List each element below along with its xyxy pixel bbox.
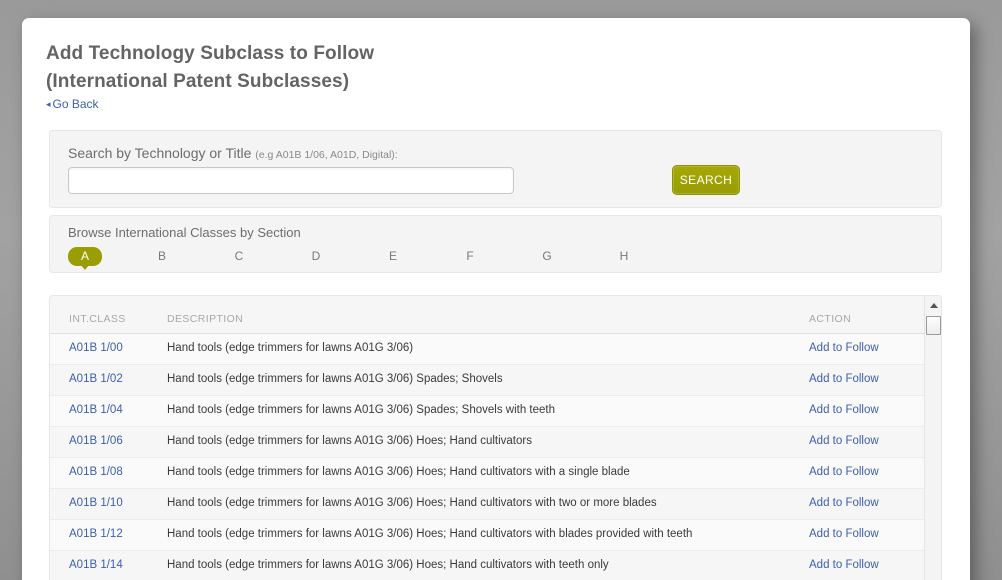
column-header-int-class: INT.CLASS (69, 313, 126, 325)
column-header-description: DESCRIPTION (167, 313, 244, 325)
description-text: Hand tools (edge trimmers for lawns A01G… (167, 559, 609, 571)
page-title: Add Technology Subclass to Follow (Inter… (46, 40, 826, 96)
scrollbar-thumb[interactable] (926, 316, 941, 335)
description-text: Hand tools (edge trimmers for lawns A01G… (167, 404, 556, 416)
table-scrollbar[interactable] (924, 296, 941, 580)
description-text: Hand tools (edge trimmers for lawns A01G… (167, 466, 630, 478)
section-tab-g[interactable]: G (530, 247, 564, 266)
add-to-follow-link[interactable]: Add to Follow (809, 435, 879, 447)
table-body: A01B 1/00 Hand tools (edge trimmers for l… (50, 334, 941, 580)
section-tab-c[interactable]: C (222, 247, 256, 266)
table-header-row: INT.CLASS DESCRIPTION ACTION (50, 296, 941, 334)
table-row: A01B 1/08 Hand tools (edge trimmers for l… (50, 458, 941, 489)
add-to-follow-link[interactable]: Add to Follow (809, 559, 879, 571)
int-class-link[interactable]: A01B 1/10 (69, 497, 123, 509)
scrollbar-up-button[interactable] (926, 297, 941, 314)
section-tab-b[interactable]: B (145, 247, 179, 266)
go-back-label: Go Back (52, 97, 99, 111)
int-class-link[interactable]: A01B 1/06 (69, 435, 123, 447)
table-row: A01B 1/06 Hand tools (edge trimmers for l… (50, 427, 941, 458)
add-to-follow-link[interactable]: Add to Follow (809, 466, 879, 478)
section-tab-a[interactable]: A (68, 247, 102, 270)
column-header-action: ACTION (809, 313, 852, 325)
description-text: Hand tools (edge trimmers for lawns A01G… (167, 435, 532, 447)
classification-table-panel: INT.CLASS DESCRIPTION ACTION A01B 1/00 Ha… (49, 295, 942, 580)
search-label-example: (e.g A01B 1/06, A01D, Digital) (255, 149, 395, 161)
content-card: Add Technology Subclass to Follow (Inter… (22, 18, 970, 580)
description-text: Hand tools (edge trimmers for lawns A01G… (167, 528, 693, 540)
description-text: Hand tools (edge trimmers for lawns A01G… (167, 373, 503, 385)
description-text: Hand tools (edge trimmers for lawns A01G… (167, 342, 414, 354)
int-class-link[interactable]: A01B 1/04 (69, 404, 123, 416)
int-class-link[interactable]: A01B 1/14 (69, 559, 123, 571)
search-panel: Search by Technology or Title (e.g A01B … (49, 130, 942, 208)
table-row: A01B 1/10 Hand tools (edge trimmers for l… (50, 489, 941, 520)
search-input[interactable] (68, 167, 514, 194)
int-class-link[interactable]: A01B 1/12 (69, 528, 123, 540)
section-tab-d[interactable]: D (299, 247, 333, 266)
description-text: Hand tools (edge trimmers for lawns A01G… (167, 497, 657, 509)
search-label-main: Search by Technology or Title (68, 145, 252, 161)
search-label: Search by Technology or Title (e.g A01B … (68, 145, 398, 161)
int-class-link[interactable]: A01B 1/08 (69, 466, 123, 478)
triangle-left-icon: ◂ (46, 99, 51, 109)
search-label-colon: : (394, 149, 398, 161)
table-row: A01B 1/00 Hand tools (edge trimmers for l… (50, 334, 941, 365)
add-to-follow-link[interactable]: Add to Follow (809, 342, 879, 354)
table-row: A01B 1/14 Hand tools (edge trimmers for l… (50, 551, 941, 580)
search-button[interactable]: SEARCH (672, 165, 740, 195)
add-to-follow-link[interactable]: Add to Follow (809, 373, 879, 385)
int-class-link[interactable]: A01B 1/00 (69, 342, 123, 354)
scrollbar-track[interactable] (926, 336, 941, 580)
int-class-link[interactable]: A01B 1/02 (69, 373, 123, 385)
add-to-follow-link[interactable]: Add to Follow (809, 497, 879, 509)
browse-sections-panel: Browse International Classes by Section … (49, 215, 942, 273)
browse-sections-label: Browse International Classes by Section (68, 225, 301, 240)
page-background: Add Technology Subclass to Follow (Inter… (0, 0, 1002, 580)
table-row: A01B 1/12 Hand tools (edge trimmers for l… (50, 520, 941, 551)
section-tab-f[interactable]: F (453, 247, 487, 266)
page-title-line-2: (International Patent Subclasses) (46, 71, 350, 92)
section-tab-h[interactable]: H (607, 247, 641, 266)
add-to-follow-link[interactable]: Add to Follow (809, 404, 879, 416)
table-row: A01B 1/02 Hand tools (edge trimmers for l… (50, 365, 941, 396)
add-to-follow-link[interactable]: Add to Follow (809, 528, 879, 540)
go-back-link[interactable]: ◂ Go Back (46, 97, 99, 111)
page-title-line-1: Add Technology Subclass to Follow (46, 43, 375, 64)
section-tab-e[interactable]: E (376, 247, 410, 266)
section-letter-list: A B C D E F G H (68, 247, 928, 271)
table-row: A01B 1/04 Hand tools (edge trimmers for l… (50, 396, 941, 427)
triangle-up-icon (929, 303, 938, 308)
